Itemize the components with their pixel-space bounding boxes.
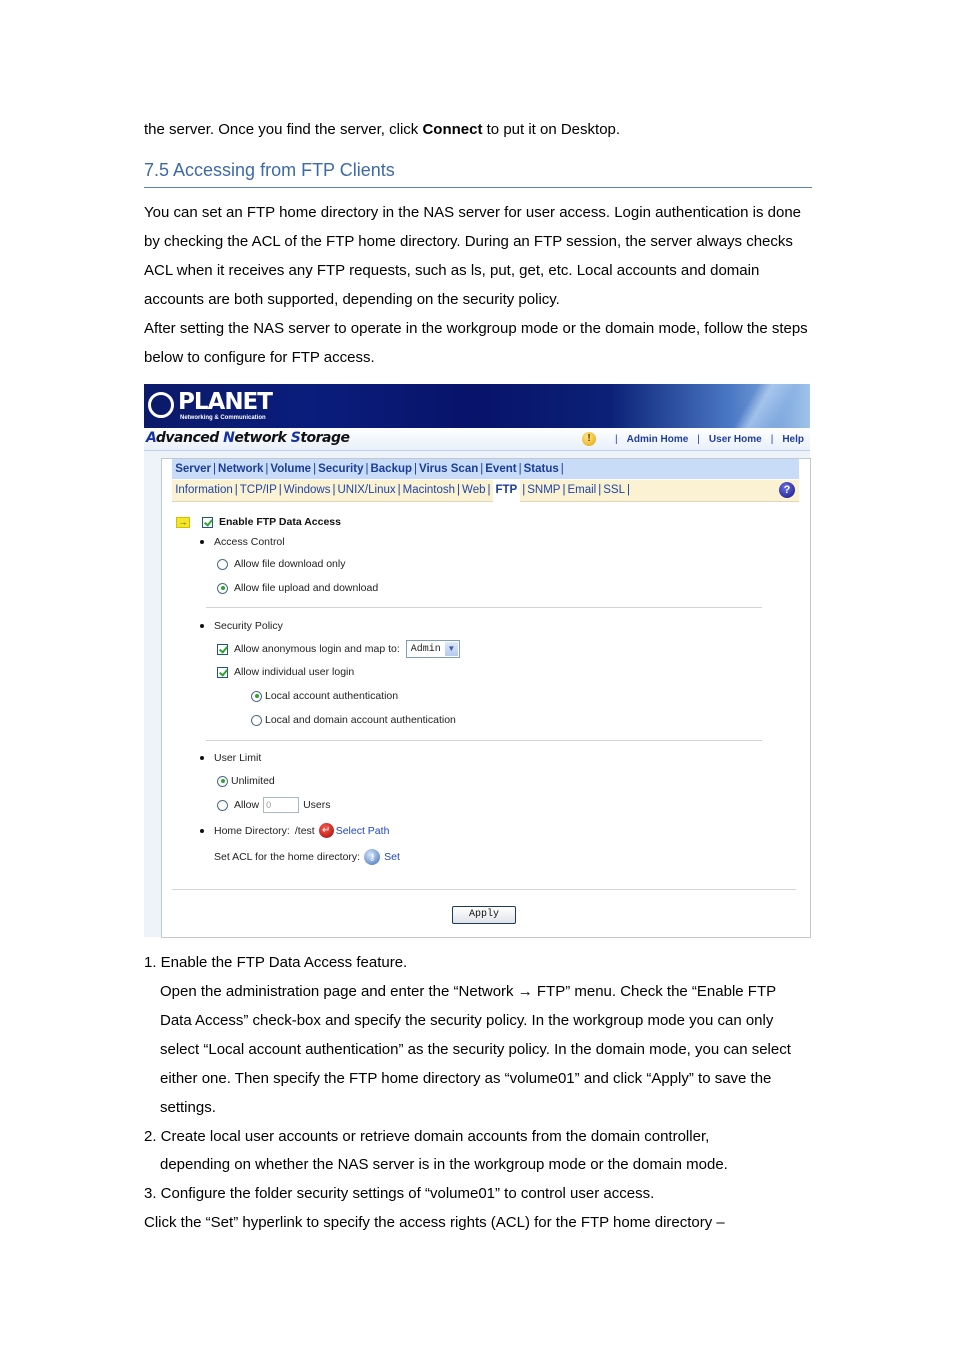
- step-1-text: Open the administration page and enter t…: [160, 983, 791, 1116]
- local-auth-radio[interactable]: [251, 690, 262, 702]
- arrow-right-icon: →: [176, 516, 190, 528]
- enable-ftp-checkbox[interactable]: [202, 516, 213, 528]
- intro-text: the server. Once you find the server, cl…: [144, 121, 621, 138]
- admin-home-link[interactable]: Admin Home: [627, 434, 689, 445]
- download-only-radio[interactable]: [217, 558, 228, 570]
- product-bar: Advanced Network Storage ! | Admin Home …: [144, 428, 810, 451]
- step-1-title: 1. Enable the FTP Data Access feature.: [144, 954, 408, 971]
- top-links: ! | Admin Home | User Home | Help: [582, 432, 804, 446]
- upload-download-radio[interactable]: [217, 582, 228, 594]
- users-label: Users: [303, 799, 331, 811]
- warning-icon[interactable]: !: [582, 432, 597, 446]
- chevron-down-icon: ▼: [444, 642, 458, 656]
- apply-button[interactable]: Apply: [452, 906, 516, 924]
- body-paragraph-1: You can set an FTP home directory in the…: [144, 204, 802, 308]
- unlimited-radio[interactable]: [217, 775, 228, 787]
- bullet: [200, 756, 204, 760]
- bullet: [200, 828, 204, 833]
- unlimited-label: Unlimited: [231, 775, 275, 787]
- anonymous-login-checkbox[interactable]: [217, 643, 228, 655]
- select-path-icon[interactable]: ↵: [318, 823, 334, 838]
- step-3-text: 3. Configure the folder security setting…: [144, 1185, 655, 1202]
- home-directory-label: Home Directory:: [214, 824, 290, 837]
- upload-download-label: Allow file upload and download: [234, 582, 379, 594]
- access-control-label: Access Control: [214, 536, 285, 548]
- ftp-settings-form: → Enable FTP Data Access Access Control …: [162, 459, 810, 937]
- enable-ftp-label: Enable FTP Data Access: [219, 516, 341, 528]
- allow-users-radio[interactable]: [217, 799, 228, 811]
- nas-admin-screenshot: PLANET Networking & Communication Advanc…: [144, 384, 811, 938]
- acl-instruction: Click the “Set” hyperlink to specify the…: [144, 1214, 725, 1231]
- anonymous-user-select[interactable]: Admin ▼: [405, 640, 460, 658]
- content-panel: Server | Network | Volume | Security | Backup | Vi…: [161, 458, 811, 938]
- bullet: [200, 540, 204, 544]
- divider: [206, 607, 762, 608]
- home-directory-value: /test: [294, 824, 315, 837]
- local-domain-auth-radio[interactable]: [251, 714, 262, 726]
- set-acl-link[interactable]: Set: [384, 851, 400, 863]
- divider: [206, 740, 762, 741]
- banner: PLANET Networking & Communication: [144, 384, 810, 428]
- security-policy-label: Security Policy: [214, 620, 283, 632]
- step-2-line-2: depending on whether the NAS server is i…: [160, 1156, 728, 1173]
- download-only-label: Allow file download only: [234, 558, 346, 570]
- building-graphic: [730, 384, 800, 428]
- allow-label: Allow: [234, 799, 260, 811]
- bullet: [200, 624, 204, 628]
- divider: [172, 889, 796, 890]
- user-limit-input[interactable]: 0: [263, 797, 300, 813]
- help-link[interactable]: Help: [782, 434, 804, 445]
- section-title: 7.5 Accessing from FTP Clients: [144, 160, 812, 188]
- logo-globe-icon: [148, 392, 174, 418]
- anonymous-login-label: Allow anonymous login and map to:: [234, 643, 400, 655]
- user-home-link[interactable]: User Home: [709, 434, 762, 445]
- individual-login-label: Allow individual user login: [234, 666, 355, 678]
- key-icon[interactable]: ⚷: [364, 849, 381, 865]
- user-limit-label: User Limit: [214, 752, 262, 764]
- local-domain-auth-label: Local and domain account authentication: [265, 714, 456, 726]
- product-title: Advanced Network Storage: [146, 430, 350, 446]
- step-2-line-1: 2. Create local user accounts or retriev…: [144, 1128, 710, 1145]
- individual-login-checkbox[interactable]: [217, 666, 228, 678]
- acl-label: Set ACL for the home directory:: [214, 851, 361, 863]
- select-path-link[interactable]: Select Path: [336, 825, 390, 837]
- body-paragraph-2: After setting the NAS server to operate …: [144, 320, 808, 366]
- local-auth-label: Local account authentication: [265, 690, 399, 702]
